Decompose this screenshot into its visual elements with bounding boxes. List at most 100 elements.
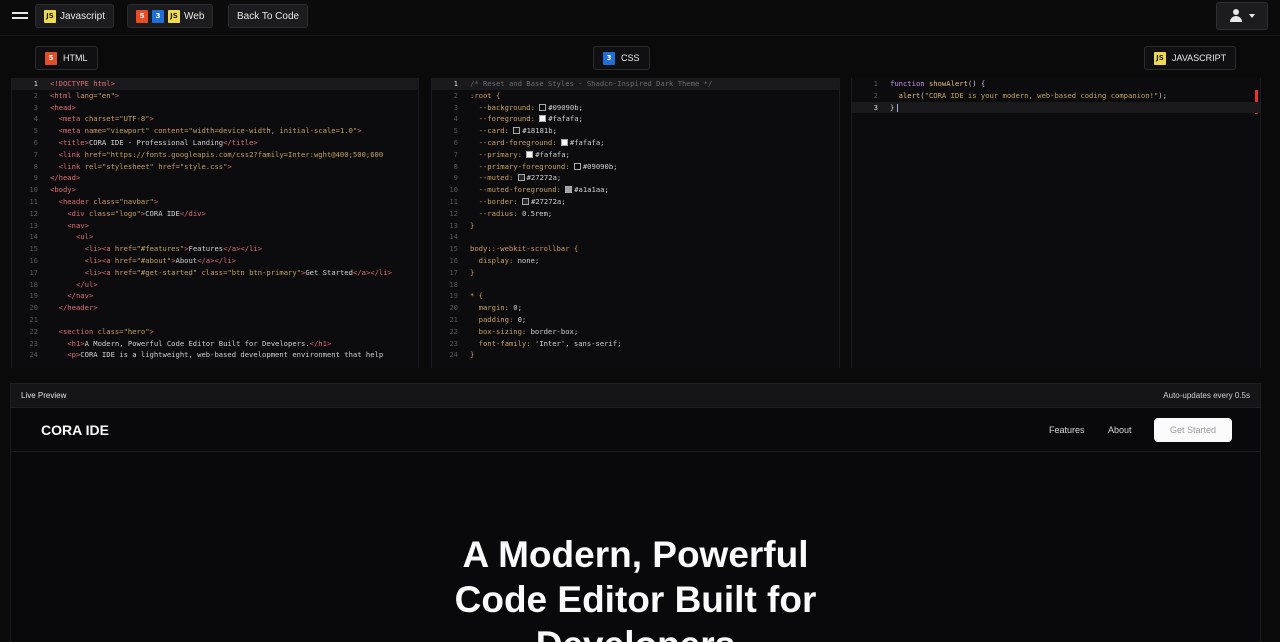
code-line[interactable]: 21 padding: 0; [432,314,839,326]
preview-nav-about[interactable]: About [1108,425,1132,435]
preview-hero-heading: A Modern, Powerful Code Editor Built for… [11,532,1260,642]
code-line[interactable]: 4 <meta charset="UTF-8"> [12,113,418,125]
code-line[interactable]: 13} [432,220,839,232]
line-number: 10 [29,185,38,195]
code-text: --radius: 0.5rem; [478,208,553,218]
code-text: :root { [470,90,501,100]
line-number: 12 [29,208,38,218]
code-line[interactable]: 4 --foreground: #fafafa; [432,113,839,125]
css-editor[interactable]: 1 /* Reset and Base Styles - Shadcn-Inspi… [431,78,840,368]
code-line[interactable]: 19 </nav> [12,290,418,302]
code-line[interactable]: 14 <ul> [12,231,418,243]
code-text: <li><a href="#get-started" class="btn bt… [84,267,392,277]
code-text: --foreground: #fafafa; [478,114,583,124]
code-line[interactable]: 5 --card: #18181b; [432,125,839,137]
code-line[interactable]: 17} [432,267,839,279]
code-line[interactable]: 17 <li><a href="#get-started" class="btn… [12,267,418,279]
javascript-editor[interactable]: 1 function showAlert() {2 alert("CORA IDE… [851,78,1261,368]
javascript-panel-label[interactable]: JS JAVASCRIPT [1144,46,1237,70]
line-number: 5 [453,126,458,136]
code-line[interactable]: 15 body::-webkit-scrollbar { [432,243,839,255]
code-line[interactable]: 16 display: none; [432,255,839,267]
tab-web[interactable]: 5 3 JS Web [127,4,214,28]
menu-icon[interactable] [12,9,28,25]
preview-get-started-button[interactable]: Get Started [1154,418,1232,442]
line-number: 10 [449,185,458,195]
tab-web-label: Web [184,10,205,22]
code-line[interactable]: 21 [12,314,418,326]
code-text: } [470,220,475,230]
line-number: 7 [33,149,38,159]
code-line[interactable]: 5 <meta name="viewport" content="width=d… [12,125,418,137]
code-line[interactable]: 18 </ul> [12,279,418,291]
live-preview-frame[interactable]: CORA IDE Features About Get Started A Mo… [10,408,1261,642]
code-line[interactable]: 13 <nav> [12,220,418,232]
code-line[interactable]: 8 <link rel="stylesheet" href="style.css… [12,161,418,173]
code-line[interactable]: 1 <!DOCTYPE html> [12,78,418,90]
code-line[interactable]: 18 [432,279,839,291]
code-line[interactable]: 20 </header> [12,302,418,314]
javascript-icon: JS [44,9,56,23]
line-number: 2 [33,90,38,100]
code-line[interactable]: 1 function showAlert() { [852,78,1260,90]
code-text: <li><a href="#features">Features</a></li… [84,244,263,254]
code-text: margin: 0; [478,303,522,313]
html-label-text: HTML [63,53,88,63]
code-text: --border: #27272a; [478,196,566,206]
line-number: 4 [33,114,38,124]
code-line[interactable]: 2 alert("CORA IDE is your modern, web-ba… [852,89,1260,114]
code-line[interactable]: 23 font-family: 'Inter', sans-serif; [432,338,839,350]
css-panel-label[interactable]: 3 CSS [593,46,650,70]
code-line[interactable]: 16 <li><a href="#about">About</a></li> [12,255,418,267]
code-line[interactable]: 10 --muted-foreground: #a1a1aa; [432,184,839,196]
code-line[interactable]: 23 <h1>A Modern, Powerful Code Editor Bu… [12,338,418,350]
css3-icon: 3 [152,9,164,23]
code-line[interactable]: 14 [432,231,839,243]
code-text: <nav> [67,220,89,230]
code-line[interactable]: 1 /* Reset and Base Styles - Shadcn-Inspi… [432,78,839,90]
html-editor[interactable]: 1 <!DOCTYPE html> 2 <html lang="en"> 3 <head>… [11,78,419,368]
code-line[interactable]: 20 margin: 0; [432,302,839,314]
code-text: <section class="hero"> [58,326,154,336]
code-line[interactable]: 12 --radius: 0.5rem; [432,208,839,220]
css3-icon: 3 [603,51,615,65]
javascript-icon: JS [168,9,180,23]
code-line[interactable]: 8 --primary-foreground: #09090b; [432,161,839,173]
preview-nav-features[interactable]: Features [1049,425,1085,435]
color-swatch [573,162,581,170]
code-line[interactable]: 22 <section class="hero"> [12,326,418,338]
code-line[interactable]: 24 <p>CORA IDE is a lightweight, web-bas… [12,349,418,361]
code-line[interactable]: 7 <link href="https://fonts.googleapis.c… [12,149,418,161]
code-line[interactable]: 24} [432,349,839,361]
line-number: 14 [449,232,458,242]
code-text: --primary-foreground: #09090b; [478,161,618,171]
code-text: --card: #18181b; [478,126,557,136]
code-line[interactable]: 6 <title>CORA IDE - Professional Landing… [12,137,418,149]
code-line[interactable]: 6 --card-foreground: #fafafa; [432,137,839,149]
code-line[interactable]: 15 <li><a href="#features">Features</a><… [12,243,418,255]
code-line[interactable]: 2 <html lang="en"> [12,90,418,102]
line-number: 1 [33,79,38,88]
code-line[interactable]: 2:root { [432,90,839,102]
line-number: 3 [873,102,878,112]
line-number: 22 [29,326,38,336]
user-menu-button[interactable] [1216,2,1268,30]
code-line[interactable]: 22 box-sizing: border-box; [432,326,839,338]
code-line[interactable]: 10 <body> [12,184,418,196]
tab-javascript[interactable]: JS Javascript [35,4,115,28]
html-panel-label[interactable]: 5 HTML [35,46,98,70]
code-line[interactable]: 3 --background: #09090b; [432,102,839,114]
line-number: 15 [449,244,458,254]
code-line[interactable]: 9 --muted: #27272a; [432,172,839,184]
code-line[interactable]: 3 <head> [12,102,418,114]
code-line[interactable]: 12 <div class="logo">CORA IDE</div> [12,208,418,220]
line-number: 19 [29,291,38,301]
code-line[interactable]: 19 * { [432,290,839,302]
code-line[interactable]: 3} [852,101,1260,114]
back-to-code-button[interactable]: Back To Code [228,4,309,28]
css-label-text: CSS [621,53,640,63]
code-line[interactable]: 7 --primary: #fafafa; [432,149,839,161]
code-line[interactable]: 11 <header class="navbar"> [12,196,418,208]
code-line[interactable]: 11 --border: #27272a; [432,196,839,208]
code-line[interactable]: 9 </head> [12,172,418,184]
